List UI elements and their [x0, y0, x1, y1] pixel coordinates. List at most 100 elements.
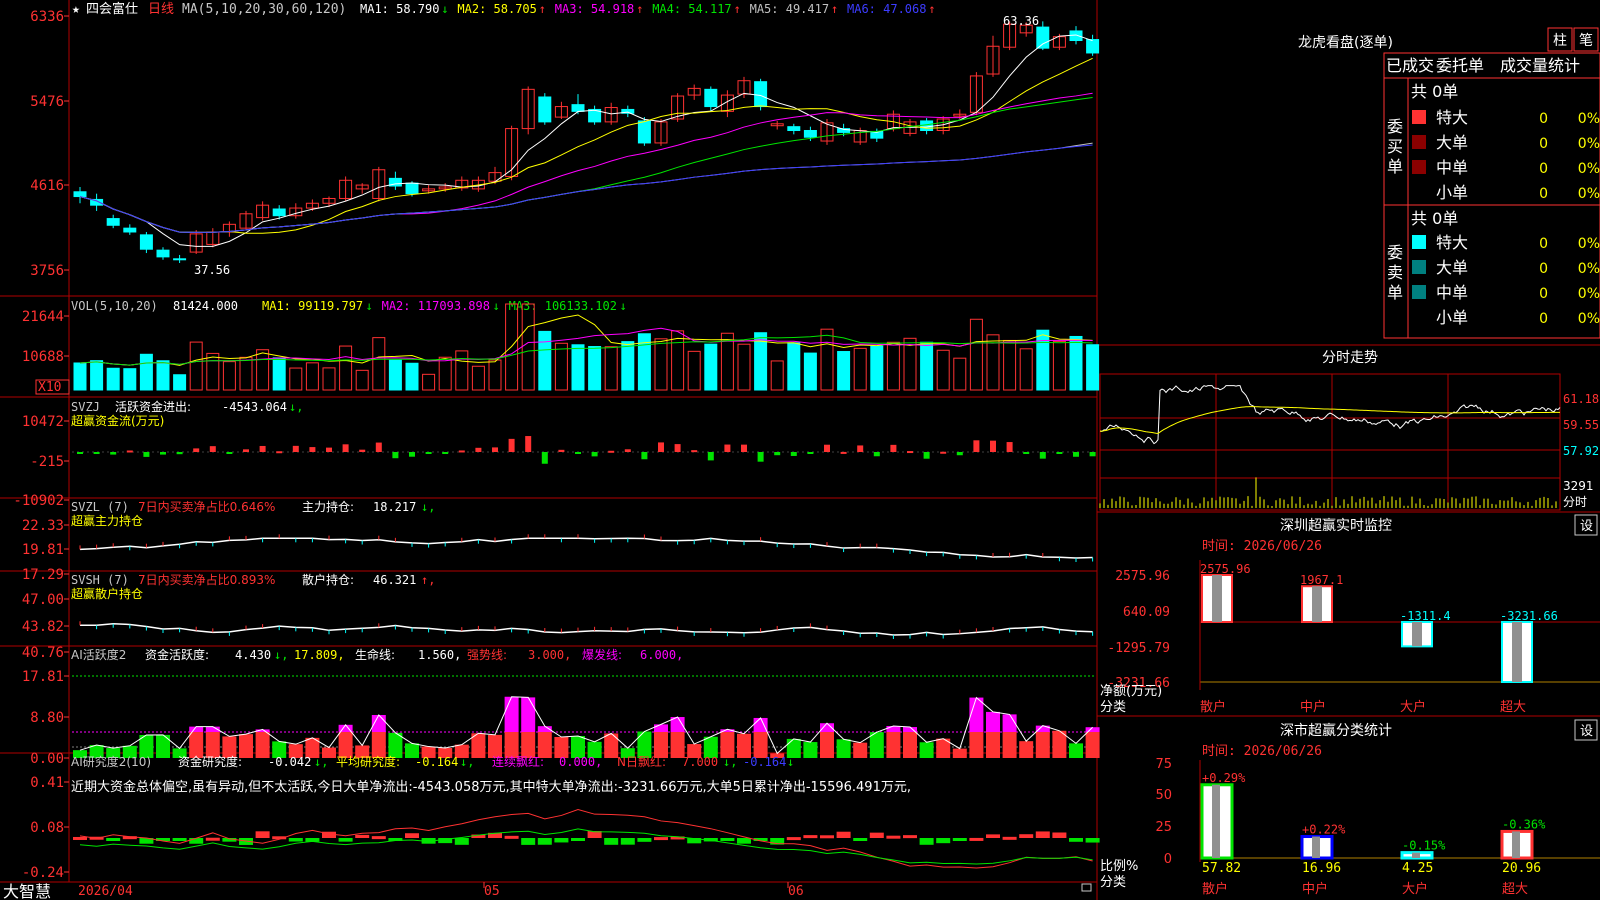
- stat-value: 20.96: [1502, 861, 1541, 876]
- legend-arrow: ↑: [636, 2, 643, 16]
- monitor-axis-label: 净额(万元): [1100, 684, 1162, 699]
- ai1-bar: [1085, 732, 1100, 758]
- svzj-bar: [359, 449, 366, 452]
- volume-bar: [90, 360, 104, 391]
- tab-volume-stats[interactable]: 成交量统计: [1500, 56, 1580, 75]
- candle-body: [1036, 26, 1050, 49]
- stock-name[interactable]: 四会富仕: [86, 1, 138, 17]
- indicator-line: [79, 537, 1093, 559]
- svzl-text1: 7日内买卖净占比0.646%: [138, 499, 275, 514]
- volume-bar: [239, 356, 253, 391]
- ai1-burst-bar: [753, 717, 768, 732]
- legend-item: MA5: 49.417: [750, 2, 829, 16]
- svzj-label: SVZJ: [71, 400, 100, 414]
- legend-item: MA3: 54.918: [555, 2, 634, 16]
- volume-bar: [206, 352, 220, 391]
- candle-body: [787, 126, 801, 132]
- vol-ma-10: [79, 327, 1093, 366]
- svzl-y-axis: 22.33 19.81 17.29: [22, 518, 69, 583]
- svzj-bar: [790, 452, 797, 456]
- volume-bar: [438, 356, 452, 391]
- y-tick-label: 0.41: [30, 775, 64, 791]
- y-tick-label: 0.08: [30, 820, 64, 836]
- ai2-bar: [371, 836, 386, 840]
- ma-label: MA(5,10,20,30,60,120): [182, 2, 346, 17]
- volume-bar: [953, 357, 967, 391]
- tab-orders[interactable]: 委托单: [1436, 56, 1484, 75]
- monitor-cat: 大户: [1400, 699, 1426, 715]
- svzj-bar: [907, 451, 913, 454]
- ai2-t4: N日飘红:: [617, 754, 666, 769]
- y-tick-label: 22.33: [22, 518, 64, 534]
- ai2-bar: [604, 838, 619, 845]
- right-panel: 龙虎看盘(逐单) 柱 笔 已成交 委托单 成交量统计 委买单 委卖单 共 0单 …: [1099, 27, 1600, 897]
- ai2-bars: [73, 809, 1100, 869]
- svzj-bar: [508, 438, 515, 452]
- svzj-bar: [409, 452, 415, 457]
- ai1-bar: [919, 742, 934, 758]
- ai2-bar: [869, 832, 884, 838]
- legend-arrow: ↓: [493, 299, 500, 313]
- monitor-bar-label: -1311.4: [1400, 609, 1451, 623]
- svzj-bar: [342, 444, 349, 452]
- ai1-v1: 4.430: [235, 648, 271, 662]
- svsh-text1: 7日内买卖净占比0.893%: [138, 572, 275, 587]
- svzj-header: SVZJ 活跃资金进出: -4543.064 ↓, 超赢资金流(万元): [71, 399, 303, 428]
- ai1-bar: [986, 732, 1000, 758]
- volume-bar: [588, 346, 602, 391]
- volume-bar: [455, 350, 469, 391]
- brand-logo: 大智慧: [3, 882, 51, 900]
- size-pct: 0%: [1578, 186, 1600, 202]
- ai2-bar: [504, 835, 519, 839]
- size-color-swatch: [1412, 260, 1426, 274]
- volume-bar: [1052, 340, 1066, 391]
- volume-bar: [604, 346, 618, 391]
- y-tick-label: -0.24: [22, 865, 64, 881]
- ai2-bar: [637, 838, 652, 842]
- size-count: 0: [1539, 136, 1548, 152]
- ai2-bar: [1035, 831, 1050, 838]
- size-name: 特大: [1436, 108, 1468, 127]
- ai2-bar: [786, 837, 801, 841]
- monitor-tick: 2575.96: [1115, 569, 1170, 584]
- volume-bar: [305, 362, 319, 391]
- svzj-bar: [658, 442, 664, 452]
- ai2-bar: [936, 838, 951, 844]
- ai2-bar: [172, 838, 187, 841]
- stat-title: 深市超赢分类统计: [1280, 722, 1392, 739]
- svzj-bar: [840, 451, 847, 454]
- lock-icon[interactable]: [1081, 883, 1092, 892]
- y-tick-label: 19.81: [22, 542, 64, 558]
- trend-tick: 61.18: [1563, 392, 1599, 406]
- svzj-bar: [309, 447, 316, 452]
- period-label[interactable]: 日线: [148, 2, 174, 17]
- tab-filled[interactable]: 已成交: [1386, 56, 1434, 75]
- svsh-label: SVSH (7): [71, 573, 129, 587]
- legend-item: MA4: 54.117: [652, 2, 731, 16]
- intraday-trend-chart[interactable]: 61.18 59.55 57.92 3291 分时: [1099, 373, 1599, 511]
- monitor-bar-label: -3231.66: [1500, 609, 1558, 623]
- stock-chart-canvas[interactable]: ★ 四会富仕 日线 MA(5,10,20,30,60,120) MA1: 58.…: [0, 0, 1600, 900]
- trend-frame: [1099, 373, 1561, 511]
- ai2-bar: [620, 838, 635, 845]
- volume-bar: [106, 367, 120, 391]
- ma-legend: MA1: 58.790 ↓ MA2: 58.705 ↑ MA3: 54.918 ↑ MA4:…: [360, 2, 936, 16]
- ai2-bar: [1019, 834, 1034, 838]
- stat-tick: 0: [1164, 852, 1172, 867]
- ai1-burst-bar: [504, 696, 519, 732]
- monitor-cat: 散户: [1200, 699, 1226, 715]
- trend-title: 分时走势: [1322, 350, 1378, 366]
- buy-orders-label: 委买单: [1387, 117, 1403, 176]
- ai1-bar: [853, 742, 868, 758]
- ai2-label: AI研究度2(10): [71, 754, 151, 769]
- y-tick-label: 40.76: [22, 645, 64, 661]
- svzj-bar: [126, 450, 133, 453]
- svzj-bar: [226, 452, 233, 454]
- ai2-v1: -0.042: [268, 755, 311, 769]
- vol-ma-5: [79, 314, 1093, 366]
- svsh-subtitle: 超赢散户持仓: [71, 586, 143, 601]
- size-color-swatch: [1412, 110, 1426, 124]
- volume-bar: [920, 341, 934, 391]
- size-name: 小单: [1436, 183, 1468, 202]
- ai2-bar: [720, 838, 735, 841]
